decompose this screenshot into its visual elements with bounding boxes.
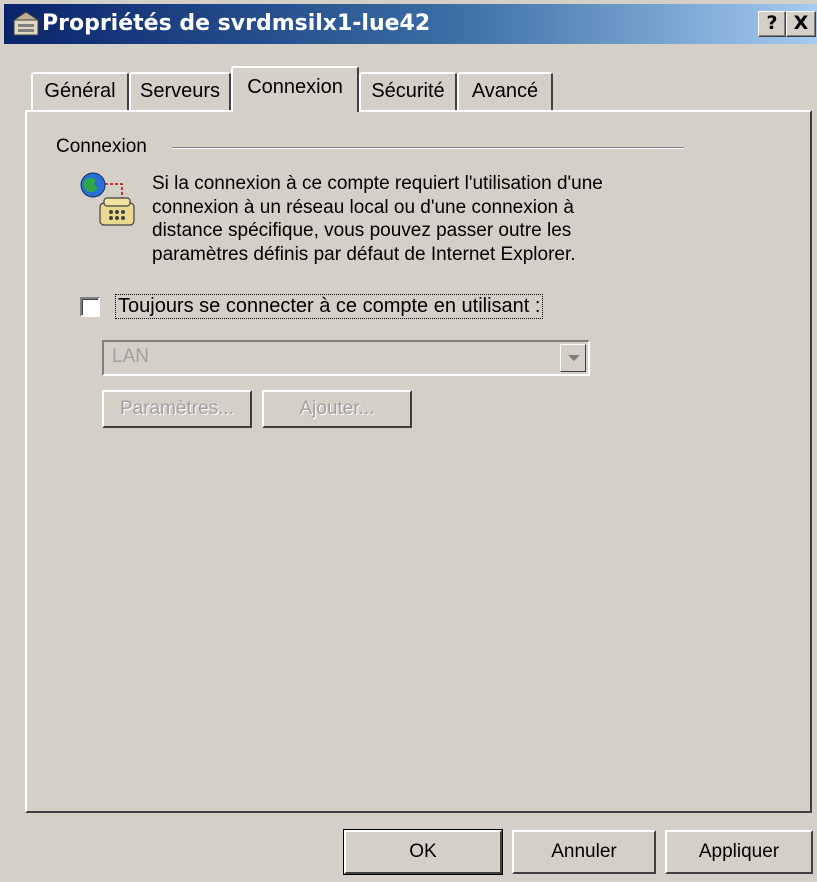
tab-security[interactable]: Sécurité [359,72,457,110]
title-bar[interactable]: Propriétés de svrdmsilx1-lue42 ? X [4,4,817,44]
always-connect-checkbox[interactable] [80,297,100,317]
connection-select-value: LAN [112,346,149,367]
mail-account-icon [12,10,42,38]
help-button[interactable]: ? [758,11,786,37]
settings-button[interactable]: Paramètres... [102,390,252,428]
tab-servers[interactable]: Serveurs [129,72,231,110]
tab-general[interactable]: Général [31,72,129,110]
connection-description: Si la connexion à ce compte requiert l'u… [152,172,692,266]
group-label: Connexion [56,136,147,157]
window-title: Propriétés de svrdmsilx1-lue42 [42,11,431,36]
description-line: distance spécifique, vous pouvez passer … [152,220,572,241]
ok-button[interactable]: OK [343,829,503,875]
always-connect-label[interactable]: Toujours se connecter à ce compte en uti… [115,294,544,319]
close-button[interactable]: X [786,11,816,37]
properties-dialog: Propriétés de svrdmsilx1-lue42 ? X Génér… [0,0,817,882]
connection-select[interactable]: LAN [102,340,590,376]
network-connection-icon [78,170,148,240]
chevron-down-icon[interactable] [560,344,586,372]
tab-connection[interactable]: Connexion [231,66,359,112]
group-divider [172,147,684,149]
apply-button[interactable]: Appliquer [665,830,813,874]
tab-advanced[interactable]: Avancé [457,72,553,110]
add-button[interactable]: Ajouter... [262,390,412,428]
cancel-button[interactable]: Annuler [512,830,656,874]
description-line: Si la connexion à ce compte requiert l'u… [152,173,603,194]
description-line: connexion à un réseau local ou d'une con… [152,196,574,218]
description-line: paramètres définis par défaut de Interne… [152,243,576,265]
